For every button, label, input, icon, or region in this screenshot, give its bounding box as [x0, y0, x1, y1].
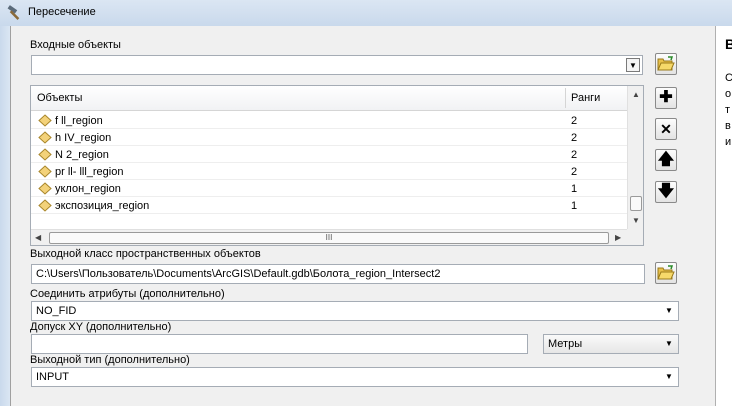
move-up-button[interactable]: 🡅 [655, 149, 677, 171]
folder-open-icon [657, 56, 675, 71]
input-features-table[interactable]: Объекты Ранги f ll_region 2 h IV_region 2 N … [30, 85, 644, 246]
help-line: т [725, 104, 731, 116]
hammer-icon [7, 5, 20, 20]
chevron-down-icon[interactable]: ▼ [662, 304, 676, 318]
xy-tolerance-field[interactable] [31, 334, 528, 354]
chevron-down-icon[interactable]: ▼ [662, 337, 676, 351]
row-name: f ll_region [55, 115, 103, 127]
output-class-field[interactable]: C:\Users\Пользователь\Documents\ArcGIS\D… [31, 264, 645, 284]
table-row[interactable]: f ll_region 2 [31, 112, 627, 129]
table-header: Объекты Ранги [31, 86, 627, 111]
remove-row-button[interactable]: ✕ [655, 118, 677, 140]
table-row[interactable]: h IV_region 2 [31, 129, 627, 146]
feature-class-diamond-icon [38, 182, 52, 195]
column-header-ranks[interactable]: Ранги [571, 92, 600, 104]
feature-class-diamond-icon [38, 131, 52, 144]
feature-class-diamond-icon [38, 165, 52, 178]
input-features-combo[interactable]: ▼ [31, 55, 643, 75]
window-frame [0, 26, 10, 406]
table-row[interactable]: уклон_region 1 [31, 180, 627, 197]
join-attributes-select[interactable]: NO_FID ▼ [31, 301, 679, 321]
move-down-button[interactable]: 🡇 [655, 181, 677, 203]
arrow-up-icon: 🡅 [657, 151, 675, 168]
output-type-label: Выходной тип (дополнительно) [30, 354, 190, 366]
join-attributes-label: Соединить атрибуты (дополнительно) [30, 288, 225, 300]
row-rank[interactable]: 1 [571, 200, 577, 212]
output-type-select[interactable]: INPUT ▼ [31, 367, 679, 387]
feature-class-diamond-icon [38, 114, 52, 127]
scroll-left-icon[interactable]: ◀ [35, 233, 41, 242]
scroll-thumb[interactable] [630, 196, 642, 211]
scroll-right-icon[interactable]: ▶ [615, 233, 621, 242]
help-line: в [725, 120, 731, 132]
column-header-objects[interactable]: Объекты [37, 92, 82, 104]
row-rank[interactable]: 2 [571, 132, 577, 144]
folder-open-icon [657, 265, 675, 280]
row-rank[interactable]: 2 [571, 149, 577, 161]
table-row[interactable]: экспозиция_region 1 [31, 197, 627, 214]
scroll-up-icon[interactable]: ▲ [632, 90, 640, 99]
xy-tolerance-label: Допуск XY (дополнительно) [30, 321, 172, 333]
feature-class-diamond-icon [38, 148, 52, 161]
output-class-label: Выходной класс пространственных объектов [30, 248, 261, 260]
vertical-scrollbar[interactable]: ▲ ▼ [627, 86, 643, 229]
feature-class-diamond-icon [38, 199, 52, 212]
arrow-down-icon: 🡇 [657, 183, 675, 200]
browse-input-button[interactable] [655, 53, 677, 75]
title-bar: Пересечение [0, 0, 732, 27]
help-panel: В С о т в и [715, 26, 732, 406]
row-name: pr ll- lll_region [55, 166, 124, 178]
help-line: С [725, 72, 732, 84]
help-title: В [725, 36, 732, 52]
table-row[interactable]: pr ll- lll_region 2 [31, 163, 627, 180]
row-name: уклон_region [55, 183, 121, 195]
hscroll-thumb[interactable]: III [49, 232, 609, 244]
plus-icon: ✚ [659, 89, 673, 106]
chevron-down-icon[interactable]: ▼ [626, 58, 640, 72]
horizontal-scrollbar[interactable]: ◀ III ▶ [31, 229, 627, 245]
table-row[interactable]: N 2_region 2 [31, 146, 627, 163]
add-row-button[interactable]: ✚ [655, 87, 677, 109]
row-rank[interactable]: 1 [571, 183, 577, 195]
help-line: о [725, 88, 732, 100]
x-icon: ✕ [660, 121, 672, 137]
xy-unit-select[interactable]: Метры ▼ [543, 334, 679, 354]
input-features-label: Входные объекты [30, 39, 121, 51]
help-line: и [725, 136, 732, 148]
chevron-down-icon[interactable]: ▼ [662, 370, 676, 384]
row-name: экспозиция_region [55, 200, 150, 212]
row-name: N 2_region [55, 149, 109, 161]
scroll-down-icon[interactable]: ▼ [632, 216, 640, 225]
browse-output-button[interactable] [655, 262, 677, 284]
row-rank[interactable]: 2 [571, 115, 577, 127]
row-rank[interactable]: 2 [571, 166, 577, 178]
window-title: Пересечение [28, 6, 96, 18]
row-name: h IV_region [55, 132, 112, 144]
